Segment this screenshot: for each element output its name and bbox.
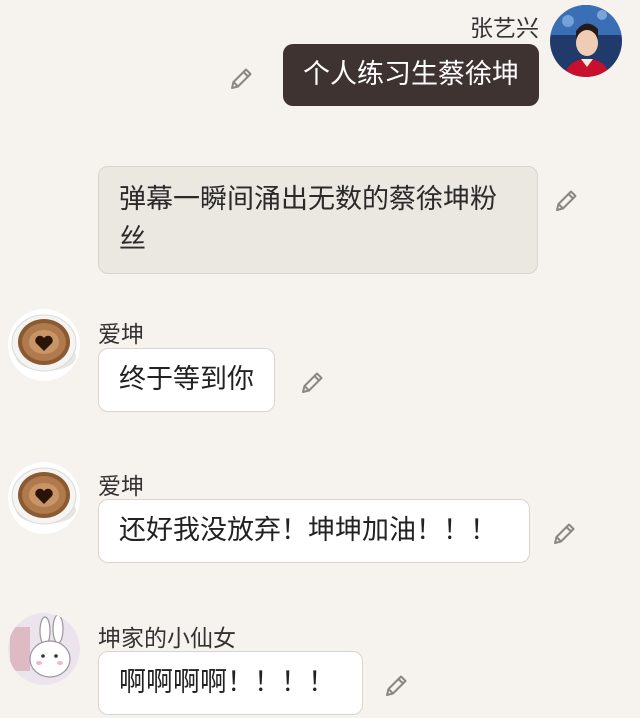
message-text: 个人练习生蔡徐坤 [303,59,519,90]
edit-pencil-icon[interactable] [381,671,411,701]
coffee-heart-icon [8,309,80,381]
person-photo-icon [550,5,622,77]
sender-name: 爱坤 [98,322,144,348]
edit-pencil-icon[interactable] [551,186,581,216]
bunny-icon [8,613,80,685]
message-bubble[interactable]: 还好我没放弃！坤坤加油！！！ [98,499,530,563]
message-text: 啊啊啊啊！！！！ [119,667,335,698]
avatar-zhang-yixing[interactable] [550,5,622,77]
narration-text: 弹幕一瞬间涌出无数的蔡徐坤粉丝 [119,184,497,255]
sender-name: 坤家的小仙女 [98,626,236,652]
edit-pencil-icon[interactable] [226,64,256,94]
sender-name: 张艺兴 [470,16,539,42]
edit-pencil-icon[interactable] [297,368,327,398]
coffee-heart-icon [8,462,80,534]
message-text: 终于等到你 [119,364,254,395]
edit-pencil-icon[interactable] [549,519,579,549]
avatar-aikun[interactable] [8,309,80,381]
message-bubble[interactable]: 啊啊啊啊！！！！ [98,651,363,715]
avatar-kunjia-fairy[interactable] [8,613,80,685]
sender-name: 爱坤 [98,474,144,500]
message-bubble[interactable]: 终于等到你 [98,348,275,412]
message-text: 还好我没放弃！坤坤加油！！！ [119,515,497,546]
message-bubble[interactable]: 个人练习生蔡徐坤 [283,44,539,106]
avatar-aikun[interactable] [8,462,80,534]
narration-bubble[interactable]: 弹幕一瞬间涌出无数的蔡徐坤粉丝 [98,166,538,274]
